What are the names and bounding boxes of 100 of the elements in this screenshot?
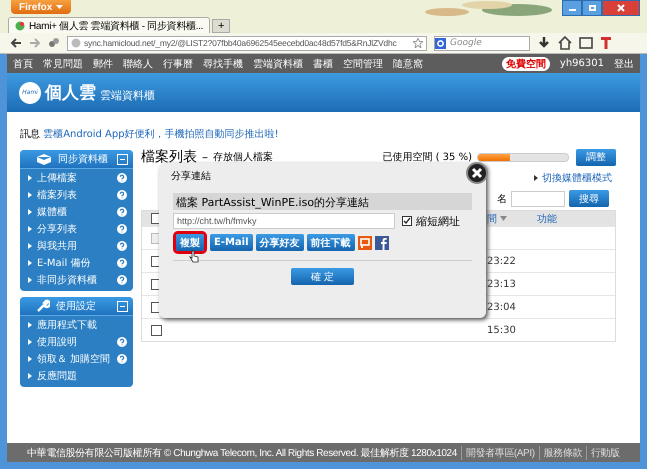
address-field[interactable]: sync.hamicloud.net/_my2/@LIST2?07fbb40a6962545eecebd0ac48d57fd5&RnJlZVdhc [67, 36, 427, 50]
search-field[interactable]: Google [434, 36, 530, 50]
notice-link[interactable]: 雲櫃Android App好便利，手機拍照自動同步推出啦! [43, 129, 279, 140]
browser-tab[interactable]: Hami+ 個人雲 雲端資料櫃 - 同步資料櫃... [8, 17, 210, 33]
sidebar-link[interactable]: 檔案列表 [37, 188, 112, 202]
help-icon[interactable] [117, 258, 127, 268]
site-nav-link[interactable]: 聯絡人 [123, 56, 153, 70]
logout-link[interactable]: 登出 [614, 56, 634, 70]
sidebar-link[interactable]: 應用程式下載 [37, 318, 127, 332]
title-separator: – [202, 150, 208, 164]
checkbox-label: 縮短網址 [416, 214, 460, 228]
wrench-icon [36, 299, 50, 313]
sidebar-link[interactable]: 媒體櫃 [37, 204, 112, 218]
panel-title: 使用設定 [56, 300, 97, 313]
footer-link[interactable]: 行動版 [586, 446, 620, 460]
share-button[interactable]: 複製 [176, 234, 204, 251]
new-tab-button[interactable]: + [212, 19, 230, 33]
search-engine-icon[interactable] [435, 38, 446, 48]
column-header[interactable]: 功能 [537, 212, 615, 226]
checkbox[interactable] [402, 216, 412, 226]
help-icon[interactable] [117, 240, 127, 250]
site-subtitle: 雲端資料櫃 [100, 88, 155, 102]
cursor-icon [189, 250, 199, 263]
panel-title: 同步資料櫃 [58, 152, 109, 166]
site-nav-link[interactable]: 書櫃 [313, 56, 333, 70]
filename-field[interactable] [511, 190, 565, 206]
usage-label: 已使用空間 ( 35 %) [382, 150, 472, 164]
ok-button[interactable]: 確 定 [291, 268, 354, 285]
site-nav-link[interactable]: 雲端資料櫃 [253, 56, 303, 70]
bullet-icon [28, 226, 32, 232]
search-button[interactable]: 搜尋 [569, 190, 609, 207]
square-icon[interactable] [358, 236, 372, 250]
site-nav-link[interactable]: 尋找手機 [203, 56, 243, 70]
site-nav-link[interactable]: 常見問題 [43, 56, 83, 70]
footer-link[interactable]: 開發者專區(API) [460, 446, 535, 460]
footer-link[interactable]: 服務條款 [538, 446, 582, 460]
free-space-badge[interactable]: 免費空間 [502, 56, 550, 70]
help-icon[interactable] [117, 274, 127, 284]
bullet-icon [28, 276, 32, 282]
favicon-icon [15, 20, 25, 30]
globe-icon [71, 38, 81, 48]
page-title: 檔案列表 [141, 148, 197, 166]
caret-icon [56, 5, 64, 9]
sidebar-link[interactable]: 分享列表 [37, 222, 112, 236]
download-icon[interactable] [537, 36, 551, 50]
t-icon[interactable] [600, 36, 612, 50]
table-cell: 15:30 [487, 324, 516, 336]
share-button[interactable]: 分享好友 [256, 234, 304, 251]
help-icon[interactable] [117, 224, 127, 234]
site-nav-link[interactable]: 首頁 [13, 56, 33, 70]
sort-icon [500, 216, 507, 221]
checkbox[interactable] [151, 324, 162, 336]
bullet-icon [534, 175, 538, 181]
collapse-icon[interactable] [117, 154, 128, 164]
help-icon[interactable] [117, 206, 127, 216]
notice-label: 訊息 [20, 129, 40, 140]
bullet-icon [28, 356, 32, 362]
share-button[interactable]: E-Mail [210, 234, 253, 251]
bullet-icon [28, 372, 32, 378]
facebook-icon[interactable] [374, 236, 389, 250]
sidebar-link[interactable]: 與我共用 [37, 238, 112, 252]
bullet-icon [28, 192, 32, 198]
star-icon[interactable] [413, 38, 423, 48]
firefox-menu-button[interactable]: Firefox [11, 0, 72, 14]
sidebar-link[interactable]: 反應問題 [37, 368, 127, 382]
username: yh96301 [560, 58, 604, 69]
sidebar-link[interactable]: 非同步資料櫃 [37, 272, 112, 286]
close-icon[interactable] [466, 162, 488, 184]
sidebar-link[interactable]: 上傳檔案 [37, 170, 112, 184]
dialog-title: 分享連結 [171, 170, 212, 183]
bullet-icon [28, 174, 32, 180]
site-nav-link[interactable]: 行事曆 [163, 56, 193, 70]
sidebar-link[interactable]: 領取＆ 加購空間 [37, 352, 112, 366]
back-icon[interactable] [10, 37, 22, 49]
table-cell: 23:13 [487, 278, 516, 290]
minimize-icon[interactable] [562, 0, 582, 16]
box-icon [36, 153, 52, 165]
site-nav-link[interactable]: 空間管理 [343, 56, 383, 70]
identity-icon[interactable] [48, 37, 60, 49]
link-field[interactable]: http://cht.tw/h/fmvky [173, 213, 395, 229]
search-label: 名 [497, 192, 507, 206]
help-icon[interactable] [117, 336, 127, 346]
window-icon[interactable] [579, 36, 593, 50]
bullet-icon [28, 260, 32, 266]
sidebar-link[interactable]: 使用說明 [37, 334, 112, 348]
sidebar-link[interactable]: E-Mail 備份 [37, 256, 112, 270]
collapse-icon[interactable] [117, 300, 128, 312]
site-nav-link[interactable]: 郵件 [93, 56, 113, 70]
share-button[interactable]: 前往下載 [306, 234, 355, 251]
help-icon[interactable] [117, 172, 127, 182]
home-icon[interactable] [558, 36, 572, 50]
maximize-icon[interactable] [582, 0, 602, 16]
column-header[interactable]: 間 [487, 212, 537, 226]
site-title: 個人雲 [45, 82, 96, 104]
switch-view-link[interactable]: 切換媒體櫃模式 [542, 171, 612, 185]
bullet-icon [28, 338, 32, 344]
help-icon[interactable] [117, 354, 127, 364]
help-icon[interactable] [117, 190, 127, 200]
site-nav-link[interactable]: 隨意窩 [393, 56, 423, 70]
adjust-button[interactable]: 調整 [576, 148, 616, 166]
